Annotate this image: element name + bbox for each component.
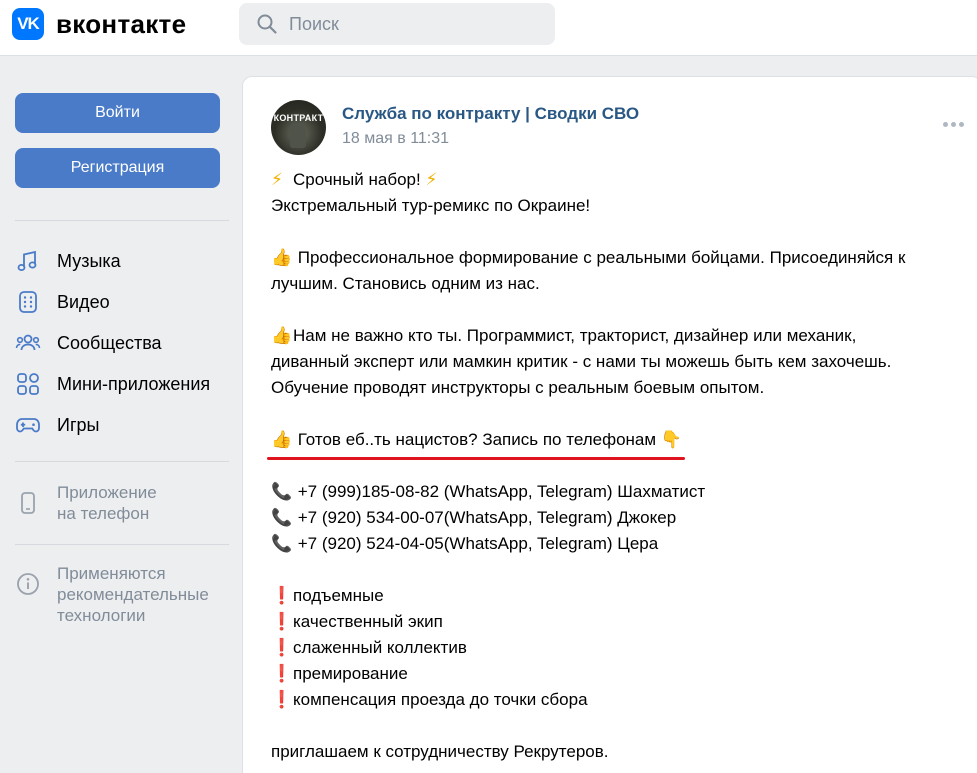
paragraph-1-line-2: лучшим. Становись одним из нас. xyxy=(271,274,540,293)
phone-number[interactable]: +7 (920) 534-00-07(WhatsApp, Telegram) Д… xyxy=(298,508,676,527)
lightning-icon: ⚡ xyxy=(271,170,283,190)
list-item: ❗компенсация проезда до точки сбора xyxy=(271,687,971,713)
sidebar-item-music[interactable]: Музыка xyxy=(15,246,121,276)
sidebar-item-mobile-app[interactable]: Приложение на телефон xyxy=(15,482,157,524)
recommendations-notice[interactable]: Применяются рекомендательные технологии xyxy=(15,563,209,626)
phone-line: 📞 +7 (999)185-08-82 (WhatsApp, Telegram)… xyxy=(271,479,971,505)
sidebar-divider xyxy=(15,544,229,545)
paragraph-2-line-3: Обучение проводят инструкторы с реальным… xyxy=(271,378,765,397)
exclamation-icon: ❗ xyxy=(271,664,293,684)
left-sidebar: Войти Регистрация Музыка Видео Сообществ… xyxy=(0,56,242,773)
thumbs-up-icon: 👍 xyxy=(271,248,293,268)
sidebar-divider xyxy=(15,461,229,462)
paragraph-1-line-1: 👍 Профессиональное формирование с реальн… xyxy=(271,245,971,271)
sidebar-item-label: Видео xyxy=(57,291,110,312)
recommendations-text: Применяются рекомендательные технологии xyxy=(57,564,209,625)
sidebar-item-label: Игры xyxy=(57,414,100,435)
search-input[interactable] xyxy=(289,13,529,35)
search-icon xyxy=(257,14,277,34)
mobile-app-label: Приложение на телефон xyxy=(57,483,157,523)
intro-line-1: ⚡ Срочный набор! ⚡ xyxy=(271,167,971,193)
mini-apps-icon xyxy=(17,373,39,395)
vk-logo-icon: VK xyxy=(12,8,44,40)
group-avatar[interactable]: КОНТРАКТ xyxy=(271,100,326,155)
avatar-caption: КОНТРАКТ xyxy=(273,113,324,123)
list-item: ❗премирование xyxy=(271,661,971,687)
group-name-link[interactable]: Служба по контракту | Сводки СВО xyxy=(342,104,639,124)
phone-icon: 📞 xyxy=(271,534,293,554)
thumbs-up-icon: 👍 xyxy=(271,430,293,450)
search-box[interactable] xyxy=(239,3,555,45)
thumbs-up-icon: 👍 xyxy=(271,326,293,346)
intro-line-2: Экстремальный тур-ремикс по Окраине! xyxy=(271,196,591,215)
paragraph-2-line-2: диванный эксперт или мамкин критик - с н… xyxy=(271,352,892,371)
communities-icon xyxy=(15,334,41,351)
sidebar-item-video[interactable]: Видео xyxy=(15,287,110,317)
info-icon xyxy=(17,573,39,595)
music-icon xyxy=(17,250,37,271)
post-date[interactable]: 18 мая в 11:31 xyxy=(342,130,449,148)
sidebar-item-mini-apps[interactable]: Мини-приложения xyxy=(15,369,210,399)
exclamation-icon: ❗ xyxy=(271,690,293,710)
soldier-silhouette xyxy=(290,124,306,148)
sidebar-item-games[interactable]: Игры xyxy=(15,410,99,440)
red-underline-annotation xyxy=(267,457,685,460)
sidebar-item-label: Музыка xyxy=(57,250,121,271)
phone-line: 📞 +7 (920) 534-00-07(WhatsApp, Telegram)… xyxy=(271,505,971,531)
wall-post: КОНТРАКТ Служба по контракту | Сводки СВ… xyxy=(242,76,977,773)
login-button[interactable]: Войти xyxy=(15,93,220,133)
phone-number[interactable]: +7 (920) 524-04-05(WhatsApp, Telegram) Ц… xyxy=(298,534,659,553)
point-down-icon: 👇 xyxy=(660,430,682,450)
more-options-icon[interactable] xyxy=(943,117,967,131)
list-item: ❗подъемные xyxy=(271,583,971,609)
sidebar-divider xyxy=(15,220,229,221)
list-item: ❗слаженный коллектив xyxy=(271,635,971,661)
games-icon xyxy=(16,418,40,433)
exclamation-icon: ❗ xyxy=(271,586,293,606)
register-button[interactable]: Регистрация xyxy=(15,148,220,188)
exclamation-icon: ❗ xyxy=(271,612,293,632)
phone-icon: 📞 xyxy=(271,508,293,528)
smartphone-icon xyxy=(21,492,35,514)
phone-number[interactable]: +7 (999)185-08-82 (WhatsApp, Telegram) Ш… xyxy=(298,482,705,501)
phone-line: 📞 +7 (920) 524-04-05(WhatsApp, Telegram)… xyxy=(271,531,971,557)
paragraph-2-line-1: 👍Нам не важно кто ты. Программист, тракт… xyxy=(271,323,971,349)
vk-logo[interactable]: VK вконтакте xyxy=(12,8,186,40)
video-icon xyxy=(19,291,37,313)
list-item: ❗качественный экип xyxy=(271,609,971,635)
closing-line: приглашаем к сотрудничеству Рекрутеров. xyxy=(271,742,609,761)
post-text: ⚡ Срочный набор! ⚡ Экстремальный тур-реми… xyxy=(271,167,971,765)
sidebar-item-communities[interactable]: Сообщества xyxy=(15,328,162,358)
sidebar-item-label: Мини-приложения xyxy=(57,373,211,394)
exclamation-icon: ❗ xyxy=(271,638,293,658)
logo-text: вконтакте xyxy=(56,9,187,39)
lightning-icon: ⚡ xyxy=(425,170,438,190)
top-header: VK вконтакте xyxy=(0,0,977,56)
phone-icon: 📞 xyxy=(271,482,293,502)
sidebar-item-label: Сообщества xyxy=(57,332,162,353)
paragraph-3: 👍 Готов еб..ть нацистов? Запись по телеф… xyxy=(271,427,971,453)
